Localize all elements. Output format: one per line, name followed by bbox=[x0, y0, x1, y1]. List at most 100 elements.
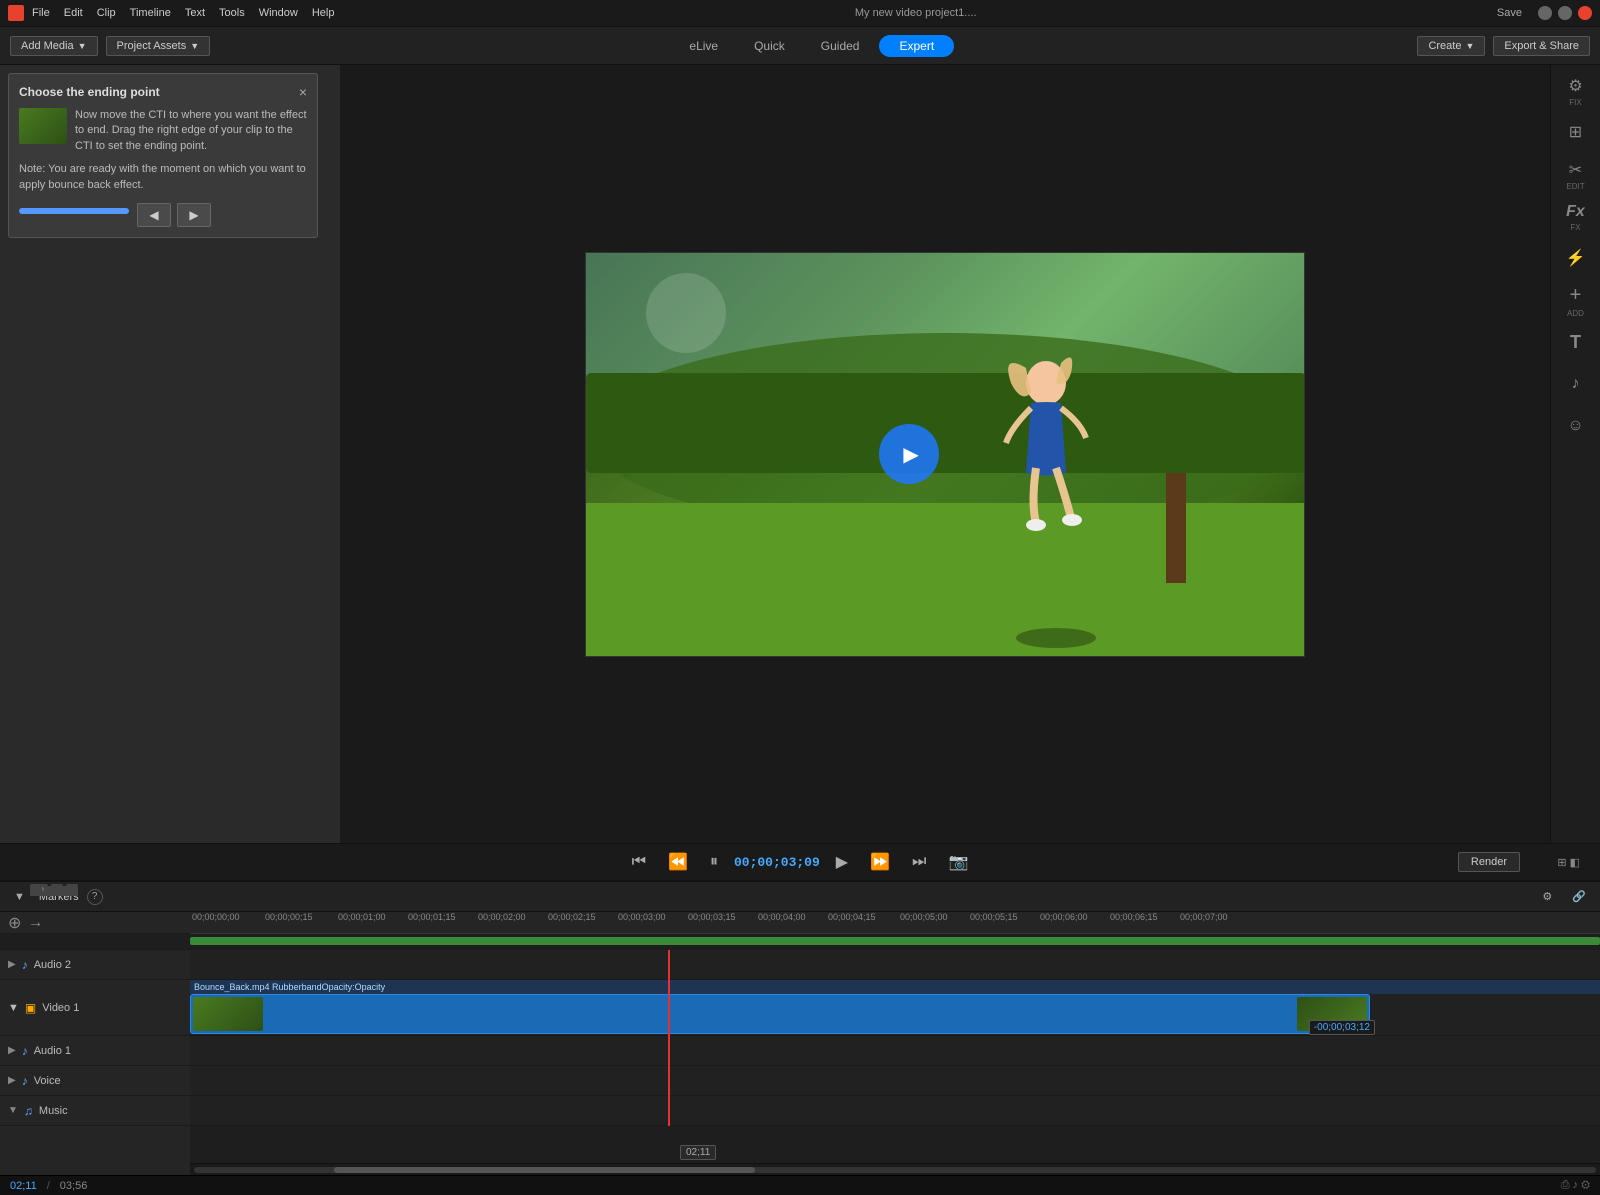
rewind-to-start-button[interactable]: ⏮ bbox=[626, 851, 652, 873]
tutorial-next-button[interactable]: ▶ bbox=[177, 203, 211, 227]
timeline-ruler: 00;00;00;00 00;00;00;15 00;00;01;00 00;0… bbox=[190, 912, 1600, 934]
menu-clip[interactable]: Clip bbox=[97, 7, 116, 19]
menu-text[interactable]: Text bbox=[185, 7, 205, 19]
menu-window[interactable]: Window bbox=[259, 7, 298, 19]
project-assets-arrow: ▼ bbox=[190, 41, 199, 51]
ruler-tick-14: 00;00;07;00 bbox=[1180, 912, 1228, 922]
project-assets-button[interactable]: Project Assets ▼ bbox=[106, 36, 211, 56]
scroll-thumb[interactable] bbox=[334, 1167, 755, 1173]
color-tool[interactable]: ⚡ bbox=[1556, 241, 1596, 277]
track-row-music bbox=[190, 1096, 1600, 1126]
close-button[interactable] bbox=[1578, 6, 1592, 20]
export-share-button[interactable]: Export & Share bbox=[1493, 36, 1590, 56]
forward-to-end-button[interactable]: ⏭ bbox=[906, 851, 932, 873]
ruler-tick-1: 00;00;00;15 bbox=[265, 912, 313, 922]
work-area-row bbox=[190, 934, 1600, 950]
toolbar: Add Media ▼ Project Assets ▼ eLive Quick… bbox=[0, 27, 1600, 65]
tutorial-prev-button[interactable]: ◀ bbox=[137, 203, 171, 227]
video1-expand[interactable]: ▼ bbox=[8, 1002, 19, 1014]
timeline-dropdown[interactable]: ▼ bbox=[8, 889, 31, 905]
pause-button[interactable]: ⏸ bbox=[704, 851, 724, 873]
tutorial-note: Note: You are ready with the moment on w… bbox=[19, 162, 307, 193]
tracks-content: Bounce_Back.mp4 RubberbandOpacity:Opacit… bbox=[190, 950, 1600, 1126]
tutorial-box: Choose the ending point × Now move the C… bbox=[8, 73, 318, 238]
total-time-display: 03;56 bbox=[60, 1180, 88, 1192]
fix-tool[interactable]: ⚙ FIX bbox=[1556, 73, 1596, 109]
timecode-display: 00;00;03;09 bbox=[734, 855, 820, 870]
project-title: My new video project1.... bbox=[334, 7, 1496, 19]
disc-tool[interactable]: ☺ bbox=[1556, 409, 1596, 445]
track-label-video1: ▼ ▣ Video 1 👁 bbox=[0, 980, 190, 1036]
timeline-help-button[interactable]: ? bbox=[87, 889, 103, 905]
ruler-tick-13: 00;00;06;15 bbox=[1110, 912, 1158, 922]
step-back-button[interactable]: ⏪ bbox=[662, 850, 694, 874]
align-tool[interactable]: ⊞ bbox=[1556, 115, 1596, 151]
disc-icon: ☺ bbox=[1567, 417, 1583, 435]
menu-help[interactable]: Help bbox=[312, 7, 335, 19]
left-panel: Choose the ending point × Now move the C… bbox=[0, 65, 340, 843]
edit-tool[interactable]: ✂ EDIT bbox=[1556, 157, 1596, 193]
minimize-button[interactable] bbox=[1538, 6, 1552, 20]
timeline-ruler-area: 00;00;00;00 00;00;00;15 00;00;01;00 00;0… bbox=[190, 912, 1600, 1175]
audio2-expand[interactable]: ▶ bbox=[8, 959, 16, 970]
tab-guided[interactable]: Guided bbox=[805, 35, 876, 57]
add-media-button[interactable]: Add Media ▼ bbox=[10, 36, 98, 56]
scroll-track[interactable] bbox=[194, 1167, 1596, 1173]
timeline-scrollbar[interactable] bbox=[190, 1163, 1600, 1175]
add-tool[interactable]: + ADD bbox=[1556, 283, 1596, 319]
tab-expert[interactable]: Expert bbox=[879, 35, 954, 57]
music-expand[interactable]: ▼ bbox=[8, 1105, 18, 1116]
main-area: Choose the ending point × Now move the C… bbox=[0, 65, 1600, 843]
timeline-section: ▼ Markers ? ⚙ 🔗 ⊕ → ▶ ♪ Audio 2 ▼ ▣ bbox=[0, 880, 1600, 1175]
music-ctrl1[interactable] bbox=[30, 886, 42, 896]
track-settings-icon[interactable]: → bbox=[27, 914, 43, 932]
track-labels: ⊕ → ▶ ♪ Audio 2 ▼ ▣ Video 1 👁 bbox=[0, 912, 190, 1175]
tab-elive[interactable]: eLive bbox=[673, 35, 734, 57]
tutorial-body: Now move the CTI to where you want the e… bbox=[19, 108, 307, 154]
tutorial-footer: ◀ ▶ bbox=[19, 203, 307, 227]
camera-button[interactable]: 📷 bbox=[942, 850, 974, 874]
tab-quick[interactable]: Quick bbox=[738, 35, 801, 57]
music-ctrl3[interactable] bbox=[60, 886, 72, 896]
audio-tool[interactable]: ♪ bbox=[1556, 367, 1596, 403]
tutorial-close-button[interactable]: × bbox=[299, 84, 307, 100]
nav-tabs: eLive Quick Guided Expert bbox=[218, 35, 1409, 57]
add-track-icon[interactable]: ⊕ bbox=[8, 913, 21, 933]
fx-label: FX bbox=[1570, 223, 1580, 232]
timeline-end-controls: ⊞ ◧ bbox=[1557, 856, 1580, 869]
render-button[interactable]: Render bbox=[1458, 852, 1520, 872]
play-button[interactable] bbox=[879, 424, 939, 484]
ruler-tick-2: 00;00;01;00 bbox=[338, 912, 386, 922]
ruler-tick-4: 00;00;02;00 bbox=[478, 912, 526, 922]
menu-bar: File Edit Clip Timeline Text Tools Windo… bbox=[0, 0, 1600, 27]
voice-name: Voice bbox=[34, 1075, 61, 1087]
audio1-expand[interactable]: ▶ bbox=[8, 1045, 16, 1056]
track-row-voice bbox=[190, 1066, 1600, 1096]
step-forward-button[interactable]: ⏩ bbox=[864, 850, 896, 874]
video-clip[interactable] bbox=[190, 994, 1370, 1034]
maximize-button[interactable] bbox=[1558, 6, 1572, 20]
ruler-tick-11: 00;00;05;15 bbox=[970, 912, 1018, 922]
menu-timeline[interactable]: Timeline bbox=[130, 7, 171, 19]
ruler-tick-8: 00;00;04;00 bbox=[758, 912, 806, 922]
voice-icon: ♪ bbox=[22, 1074, 28, 1088]
create-button[interactable]: Create ▼ bbox=[1417, 36, 1485, 56]
track-row-audio2 bbox=[190, 950, 1600, 980]
menu-tools[interactable]: Tools bbox=[219, 7, 245, 19]
timeline-link[interactable]: 🔗 bbox=[1566, 888, 1592, 905]
fx-tool[interactable]: Fx FX bbox=[1556, 199, 1596, 235]
align-icon: ⊞ bbox=[1569, 122, 1582, 142]
audio1-name: Audio 1 bbox=[34, 1045, 71, 1057]
text-tool[interactable]: T bbox=[1556, 325, 1596, 361]
menu-file[interactable]: File bbox=[32, 7, 50, 19]
music-ctrl2[interactable] bbox=[45, 886, 57, 896]
save-label[interactable]: Save bbox=[1497, 7, 1522, 19]
menu-edit[interactable]: Edit bbox=[64, 7, 83, 19]
play-transport-button[interactable]: ▶ bbox=[830, 850, 854, 874]
cti-line bbox=[668, 950, 670, 1126]
video-background bbox=[586, 253, 1304, 656]
add-icon: + bbox=[1570, 284, 1582, 307]
timeline-settings[interactable]: ⚙ bbox=[1536, 888, 1558, 905]
track-label-audio2: ▶ ♪ Audio 2 bbox=[0, 950, 190, 980]
voice-expand[interactable]: ▶ bbox=[8, 1075, 16, 1086]
